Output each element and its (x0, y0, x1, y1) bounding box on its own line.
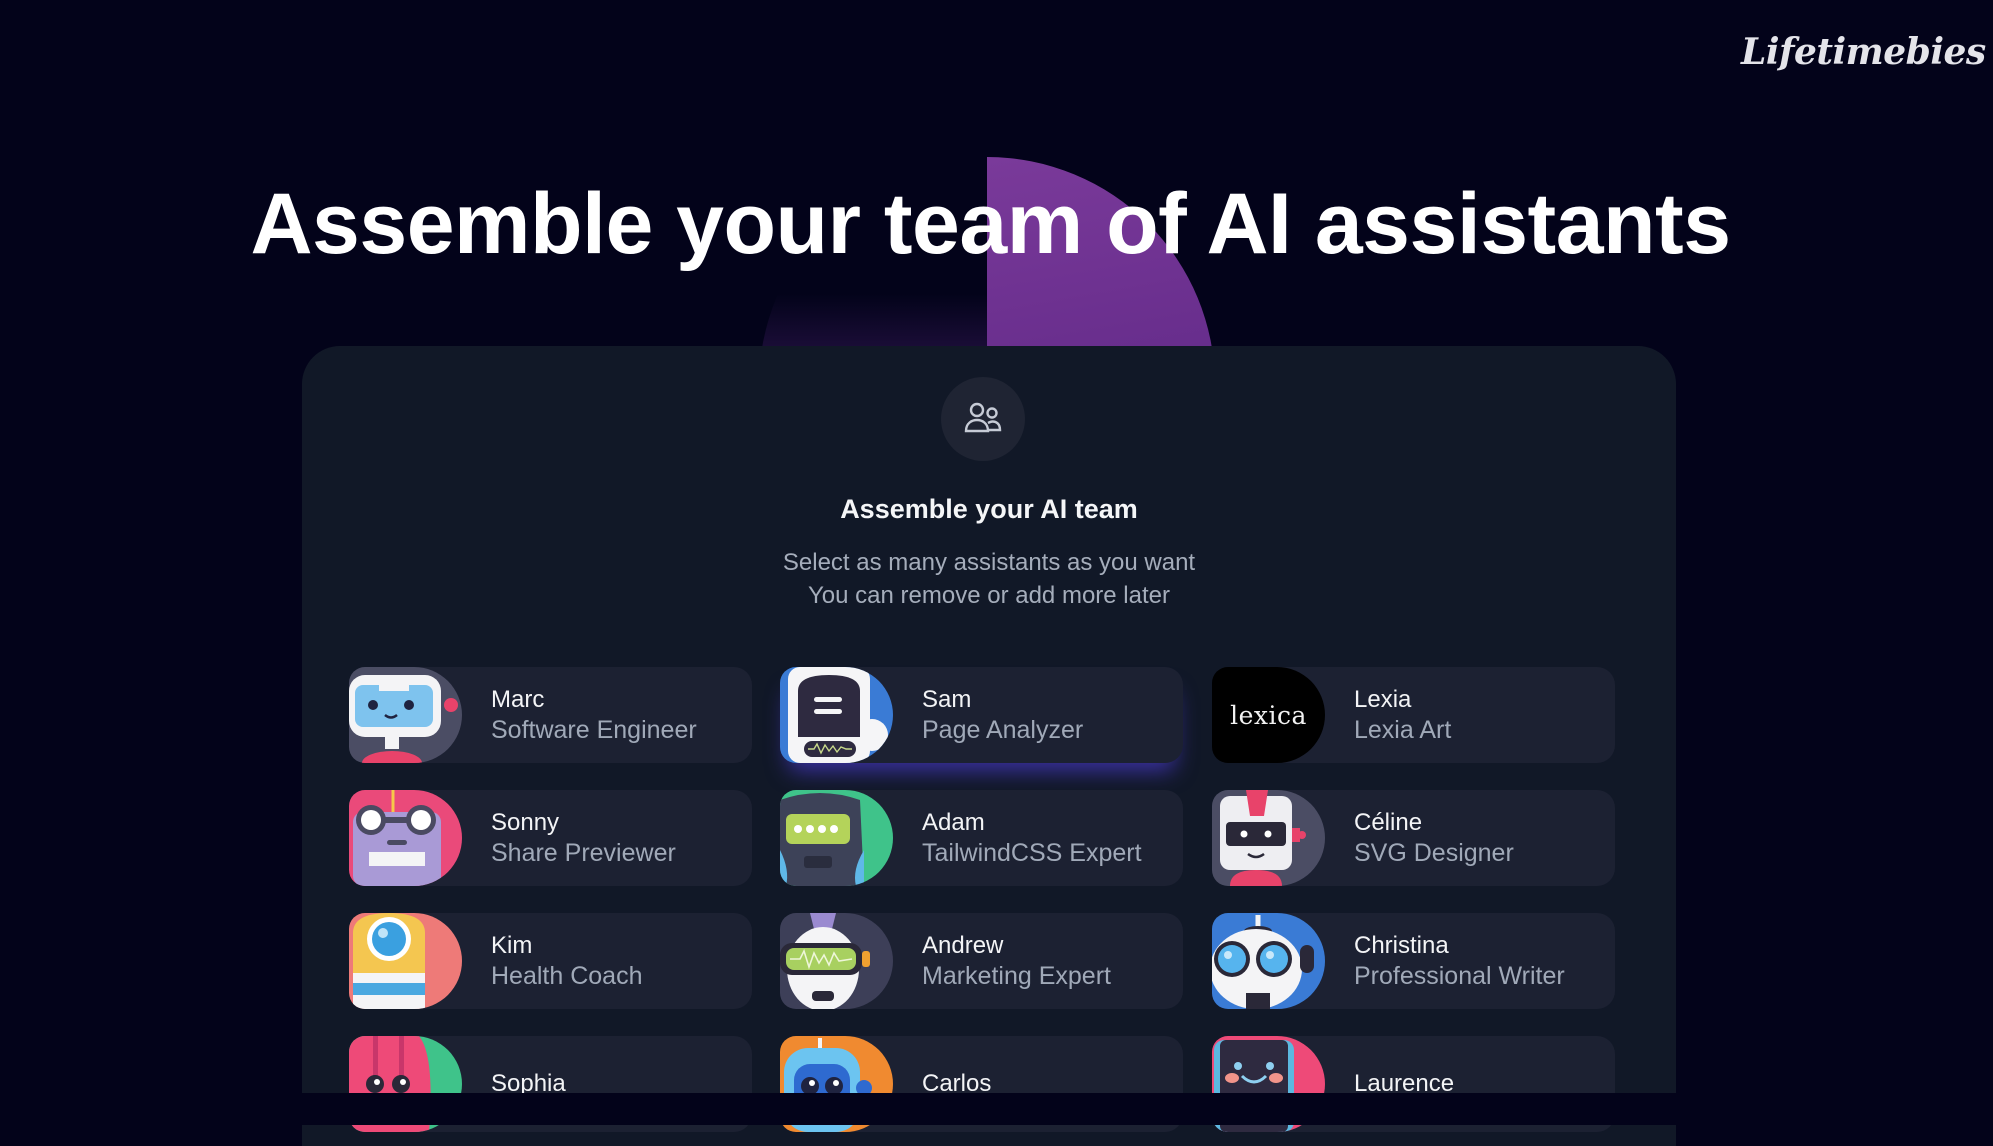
assistant-name: Lexia (1354, 685, 1412, 713)
assistant-card-christina[interactable]: Christina Professional Writer (1212, 913, 1615, 1009)
assistant-card-kim[interactable]: Kim Health Coach (349, 913, 752, 1009)
assistant-card-marc[interactable]: Marc Software Engineer (349, 667, 752, 763)
assistant-name: Sonny (491, 808, 560, 836)
brand-logo: Lifetimebies (1735, 14, 1986, 90)
robot-vr-headset-avatar (780, 913, 893, 1009)
users-icon (964, 402, 1002, 433)
assistant-role: Marketing Expert (922, 961, 1111, 990)
assistant-role: Professional Writer (1354, 961, 1565, 990)
assistant-role: TailwindCSS Expert (922, 838, 1142, 867)
bottom-clip-strip (0, 1093, 1993, 1125)
assistant-name: Adam (922, 808, 985, 836)
assistant-role: Software Engineer (491, 715, 697, 744)
assistant-role: SVG Designer (1354, 838, 1514, 867)
robot-yellow-eye-avatar (349, 913, 462, 1009)
assistant-name: Andrew (922, 931, 1004, 959)
lexica-logo-avatar: lexica (1212, 667, 1325, 763)
assistant-name: Marc (491, 685, 545, 713)
assistant-card-sonny[interactable]: Sonny Share Previewer (349, 790, 752, 886)
assistant-role: Lexia Art (1354, 715, 1452, 744)
panel-subtitle-line-2: You can remove or add more later (808, 582, 1170, 609)
assistant-card-adam[interactable]: Adam TailwindCSS Expert (780, 790, 1183, 886)
assistant-role: Health Coach (491, 961, 643, 990)
assistant-card-andrew[interactable]: Andrew Marketing Expert (780, 913, 1183, 1009)
robot-blue-visor-avatar (349, 667, 462, 763)
hero-title: Assemble your team of AI assistants (250, 176, 1731, 272)
team-icon-badge (941, 377, 1025, 461)
assistant-role: Page Analyzer (922, 715, 1084, 744)
assistant-role: Share Previewer (491, 838, 676, 867)
robot-goggles-avatar (349, 790, 462, 886)
lexica-wordmark: lexica (1230, 701, 1307, 730)
assistant-name: Céline (1354, 808, 1423, 836)
assistant-card-sam[interactable]: Sam Page Analyzer (780, 667, 1183, 763)
panel-subtitle-line-1: Select as many assistants as you want (782, 549, 1196, 576)
assistant-name: Sam (922, 685, 972, 713)
assemble-team-panel: Assemble your AI team Select as many ass… (302, 346, 1676, 1146)
assistant-card-celine[interactable]: Céline SVG Designer (1212, 790, 1615, 886)
assistant-card-lexia[interactable]: lexica Lexia Lexia Art (1212, 667, 1615, 763)
robot-green-display-avatar (780, 790, 893, 886)
brand-name: Lifetimebies (1741, 31, 1986, 73)
robot-red-crest-avatar (1212, 790, 1325, 886)
panel-heading: Assemble your AI team (840, 494, 1138, 524)
robot-round-eyes-avatar (1212, 913, 1325, 1009)
robot-dark-screen-avatar (780, 667, 893, 763)
assistant-name: Christina (1354, 931, 1449, 959)
assistant-name: Kim (491, 931, 533, 959)
